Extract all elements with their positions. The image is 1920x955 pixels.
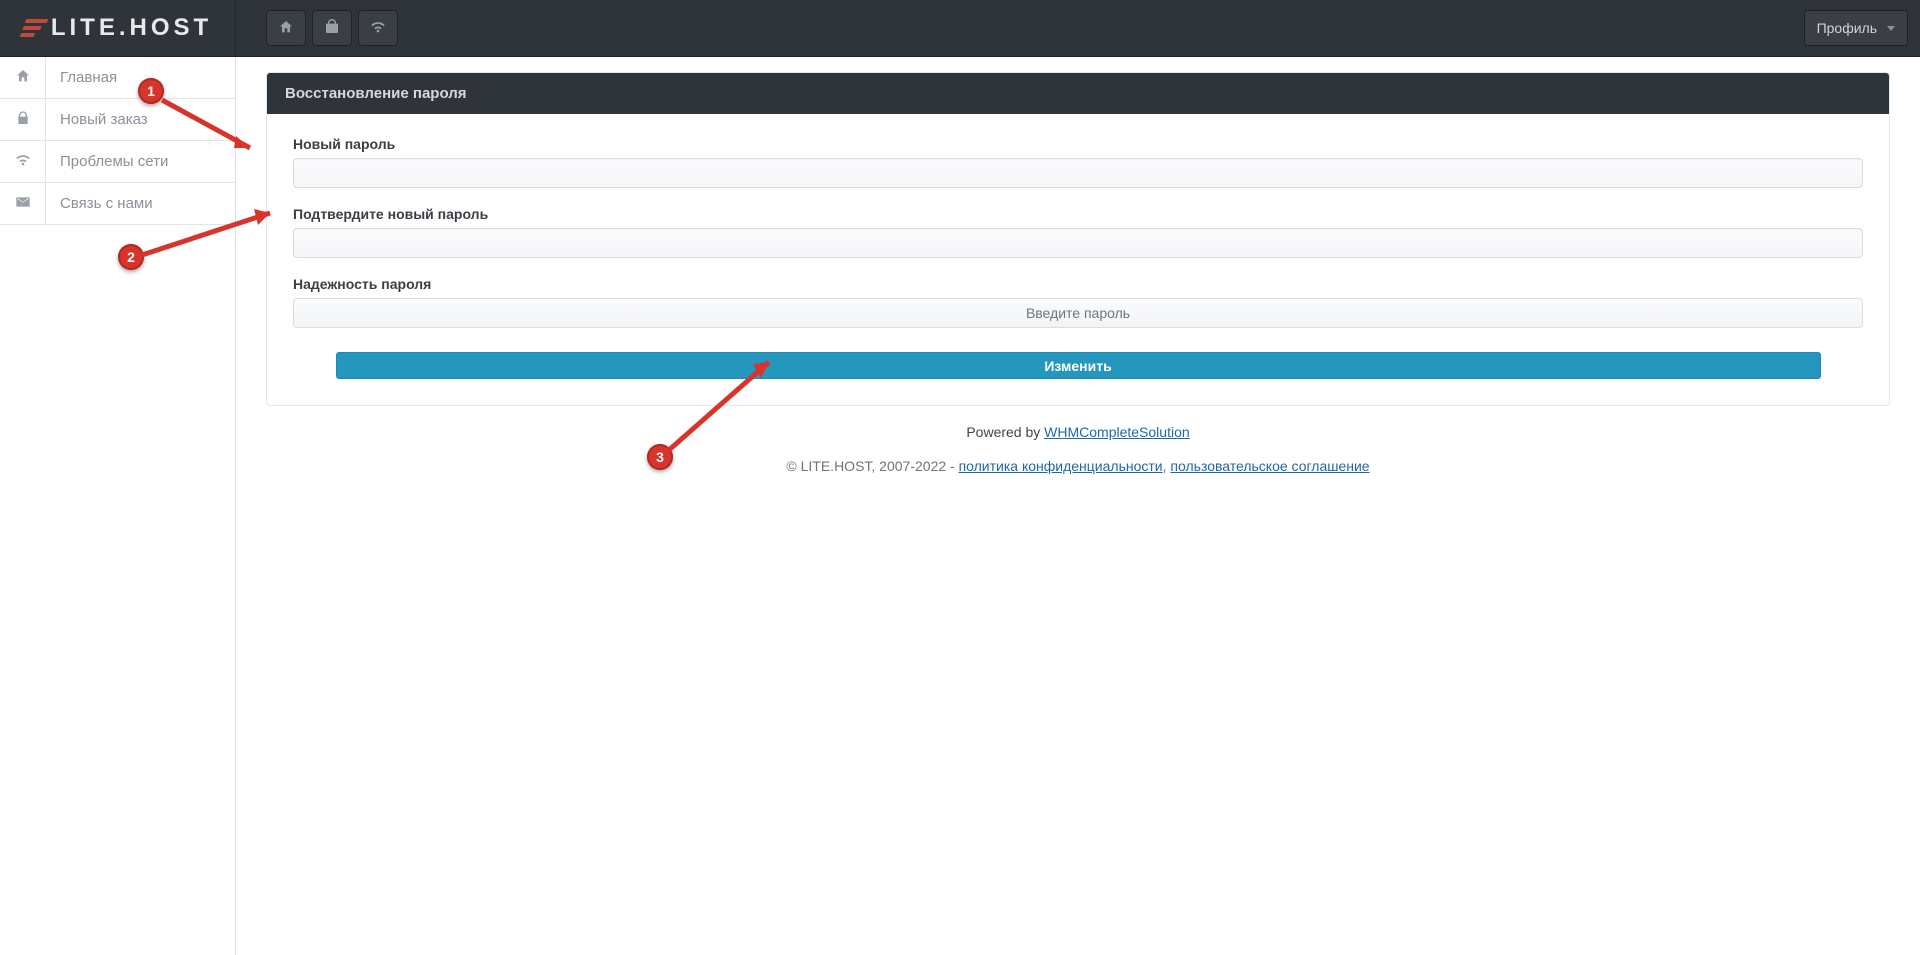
wifi-icon — [15, 152, 31, 171]
sidebar-item-order[interactable]: Новый заказ — [0, 99, 235, 141]
sidebar-item-network[interactable]: Проблемы сети — [0, 141, 235, 183]
powered-prefix: Powered by — [966, 424, 1044, 440]
submit-button[interactable]: Изменить — [336, 352, 1821, 379]
home-icon — [278, 19, 294, 38]
lock-icon — [15, 110, 31, 129]
sidebar-item-label: Связь с нами — [46, 195, 153, 212]
profile-dropdown[interactable]: Профиль — [1804, 10, 1908, 46]
powered-link[interactable]: WHMCompleteSolution — [1044, 424, 1190, 440]
privacy-link[interactable]: политика конфиденциальности — [959, 458, 1163, 474]
network-button[interactable] — [358, 10, 398, 46]
tos-link[interactable]: пользовательское соглашение — [1170, 458, 1369, 474]
main-content: Восстановление пароля Новый пароль Подтв… — [236, 57, 1920, 955]
strength-placeholder: Введите пароль — [1026, 305, 1130, 321]
confirm-password-label: Подтвердите новый пароль — [293, 206, 1863, 222]
sidebar: Главная Новый заказ Проблемы сети Связь … — [0, 57, 236, 955]
chevron-down-icon — [1887, 26, 1895, 31]
toolbar — [236, 10, 398, 46]
profile-label: Профиль — [1817, 20, 1877, 36]
sidebar-item-label: Главная — [46, 69, 117, 86]
logo-cell: LITE.HOST — [0, 0, 236, 56]
logo[interactable]: LITE.HOST — [23, 14, 212, 42]
sidebar-item-contact[interactable]: Связь с нами — [0, 183, 235, 225]
password-reset-panel: Восстановление пароля Новый пароль Подтв… — [266, 72, 1890, 406]
sidebar-item-label: Новый заказ — [46, 111, 148, 128]
home-icon — [15, 68, 31, 87]
wifi-icon — [370, 19, 386, 38]
top-navbar: LITE.HOST Профиль — [0, 0, 1920, 57]
sidebar-item-label: Проблемы сети — [46, 153, 168, 170]
confirm-password-input[interactable] — [293, 228, 1863, 258]
footer: © LITE.HOST, 2007-2022 - политика конфид… — [266, 458, 1890, 474]
panel-title: Восстановление пароля — [267, 73, 1889, 114]
home-button[interactable] — [266, 10, 306, 46]
logo-text: LITE.HOST — [51, 14, 212, 42]
password-strength-meter: Введите пароль — [293, 298, 1863, 328]
shopping-bag-icon — [324, 19, 340, 38]
logo-stripes-icon — [20, 19, 49, 37]
envelope-icon — [15, 194, 31, 213]
new-password-input[interactable] — [293, 158, 1863, 188]
copyright-text: © LITE.HOST, 2007-2022 - — [786, 458, 958, 474]
sidebar-item-home[interactable]: Главная — [0, 57, 235, 99]
powered-by: Powered by WHMCompleteSolution — [266, 424, 1890, 440]
new-password-label: Новый пароль — [293, 136, 1863, 152]
strength-label: Надежность пароля — [293, 276, 1863, 292]
shop-button[interactable] — [312, 10, 352, 46]
